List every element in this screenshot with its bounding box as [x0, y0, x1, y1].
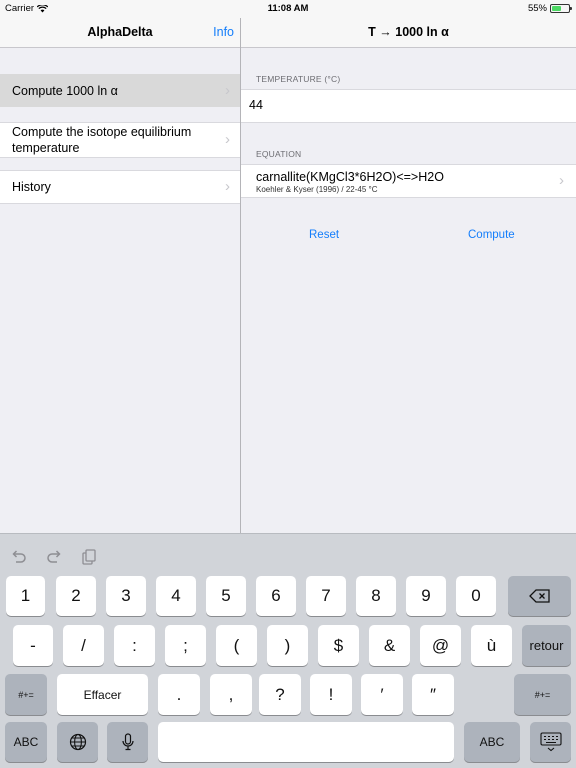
- globe-icon: [69, 733, 86, 751]
- equation-source: Koehler & Kyser (1996) / 22-45 °C: [256, 185, 378, 194]
- key-comma[interactable]: ,: [210, 674, 252, 715]
- dismiss-keyboard-key[interactable]: [530, 722, 571, 762]
- temperature-field: [241, 89, 576, 123]
- key-semicolon[interactable]: ;: [165, 625, 206, 666]
- keyboard-dismiss-icon: [539, 732, 562, 752]
- key-ampersand[interactable]: &: [369, 625, 410, 666]
- key-open-paren[interactable]: (: [216, 625, 257, 666]
- key-u-grave[interactable]: ù: [471, 625, 512, 666]
- menu-item-label: Compute the isotope equilibrium temperat…: [12, 125, 192, 155]
- key-1[interactable]: 1: [6, 576, 45, 616]
- key-4[interactable]: 4: [156, 576, 196, 616]
- temperature-label: TEMPERATURE (°C): [256, 74, 341, 84]
- key-dollar[interactable]: $: [318, 625, 359, 666]
- undo-icon[interactable]: [10, 548, 28, 566]
- abc-key-left[interactable]: ABC: [5, 722, 47, 762]
- keyboard: 1 2 3 4 5 6 7 8 9 0 - / : ; ( ) $ & @ ù …: [0, 533, 576, 768]
- key-period[interactable]: .: [158, 674, 200, 715]
- chevron-right-icon: ›: [559, 172, 564, 189]
- key-close-paren[interactable]: ): [267, 625, 308, 666]
- app-title: AlphaDelta: [87, 25, 153, 39]
- compute-button[interactable]: Compute: [468, 229, 515, 241]
- key-colon[interactable]: :: [114, 625, 155, 666]
- key-prime[interactable]: ′: [361, 674, 403, 715]
- menu-item-label: History: [12, 180, 51, 194]
- temperature-input[interactable]: [249, 95, 549, 115]
- menu-item-compute-temperature[interactable]: Compute the isotope equilibrium temperat…: [0, 122, 240, 158]
- menu-item-compute-ln-alpha[interactable]: Compute 1000 ln α ›: [0, 74, 240, 107]
- equation-selector[interactable]: carnallite(KMgCl3*6H2O)<=>H2O Koehler & …: [241, 164, 576, 198]
- master-list: Compute 1000 ln α › Compute the isotope …: [0, 49, 240, 533]
- key-at[interactable]: @: [420, 625, 461, 666]
- detail-title: T → 1000 ln α: [368, 25, 449, 39]
- detail-pane: TEMPERATURE (°C) EQUATION carnallite(KMg…: [241, 49, 576, 533]
- key-slash[interactable]: /: [63, 625, 104, 666]
- battery-percent: 55%: [527, 3, 547, 14]
- globe-key[interactable]: [57, 722, 98, 762]
- clock: 11:08 AM: [267, 3, 309, 14]
- key-exclamation[interactable]: !: [310, 674, 352, 715]
- key-hyphen[interactable]: -: [13, 625, 53, 666]
- microphone-icon: [121, 733, 134, 751]
- detail-nav-bar: T → 1000 ln α: [241, 18, 576, 48]
- master-nav-bar: AlphaDelta Info: [0, 18, 240, 48]
- chevron-right-icon: ›: [225, 178, 230, 195]
- key-7[interactable]: 7: [306, 576, 346, 616]
- equation-label: EQUATION: [256, 149, 302, 159]
- space-key[interactable]: [158, 722, 454, 762]
- abc-key-right[interactable]: ABC: [464, 722, 520, 762]
- menu-item-label: Compute 1000 ln α: [12, 83, 118, 98]
- key-6[interactable]: 6: [256, 576, 296, 616]
- dictation-key[interactable]: [107, 722, 148, 762]
- key-0[interactable]: 0: [456, 576, 496, 616]
- status-bar: Carrier 11:08 AM 55%: [0, 0, 576, 18]
- key-double-prime[interactable]: ″: [412, 674, 454, 715]
- chevron-right-icon: ›: [225, 131, 230, 148]
- key-2[interactable]: 2: [56, 576, 96, 616]
- return-key[interactable]: retour: [522, 625, 571, 666]
- symbols-key-right[interactable]: #+=: [514, 674, 571, 715]
- paste-icon[interactable]: [80, 548, 98, 566]
- redo-icon[interactable]: [45, 548, 63, 566]
- key-question[interactable]: ?: [259, 674, 301, 715]
- info-button[interactable]: Info: [213, 25, 234, 39]
- battery-icon: [550, 4, 572, 13]
- reset-button[interactable]: Reset: [309, 229, 339, 241]
- backspace-key[interactable]: [508, 576, 571, 616]
- key-8[interactable]: 8: [356, 576, 396, 616]
- symbols-key-left[interactable]: #+=: [5, 674, 47, 715]
- equation-name: carnallite(KMgCl3*6H2O)<=>H2O: [256, 170, 444, 184]
- key-9[interactable]: 9: [406, 576, 446, 616]
- key-3[interactable]: 3: [106, 576, 146, 616]
- key-5[interactable]: 5: [206, 576, 246, 616]
- battery-indicator: 55%: [527, 3, 572, 14]
- chevron-right-icon: ›: [225, 81, 230, 99]
- effacer-key[interactable]: Effacer: [57, 674, 148, 715]
- backspace-icon: [528, 589, 550, 603]
- menu-item-history[interactable]: History ›: [0, 170, 240, 204]
